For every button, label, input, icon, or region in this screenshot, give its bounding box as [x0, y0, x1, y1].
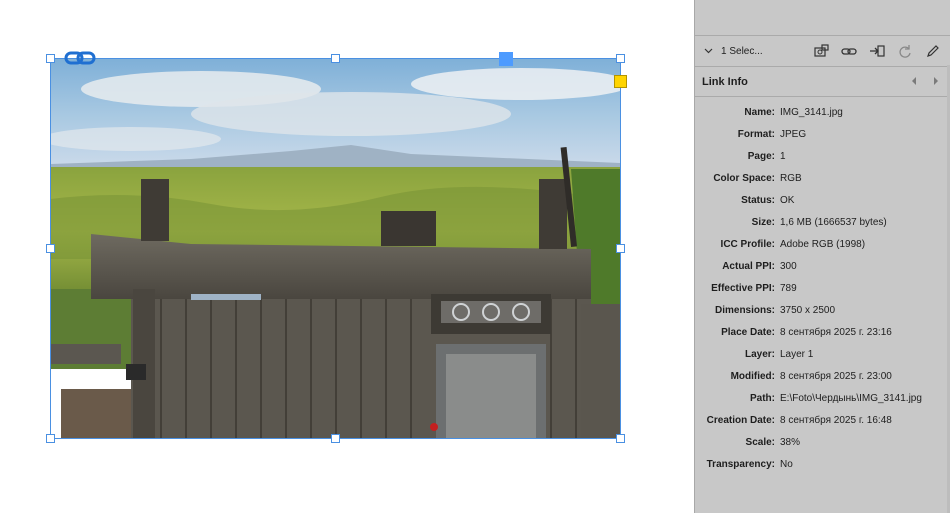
- resize-handle-bottom-center[interactable]: [331, 434, 340, 443]
- info-row-path: Path: E:\Foto\Чердынь\IMG_3141.jpg: [750, 392, 922, 404]
- section-title: Link Info: [702, 75, 748, 88]
- chevron-down-icon[interactable]: [703, 46, 713, 56]
- resize-handle-top-right[interactable]: [616, 54, 625, 63]
- links-toolbar: 1 Selec...: [695, 36, 950, 67]
- info-row-status: Status: OK: [741, 194, 795, 206]
- info-row-dimensions: Dimensions: 3750 x 2500: [714, 304, 836, 316]
- panel-top-area: [695, 0, 950, 36]
- info-row-scale: Scale: 38%: [745, 436, 801, 448]
- update-link-icon[interactable]: [897, 44, 914, 59]
- resize-handle-bottom-left[interactable]: [46, 434, 55, 443]
- link-icon[interactable]: [841, 44, 858, 59]
- link-info-header: Link Info: [695, 67, 950, 97]
- resize-handle-top-center[interactable]: [331, 54, 340, 63]
- live-corner-handle[interactable]: [614, 75, 627, 88]
- selection-count-label: 1 Selec...: [721, 45, 763, 57]
- image-frame[interactable]: [50, 58, 621, 439]
- info-row-color-space: Color Space: RGB: [713, 172, 802, 184]
- info-row-icc-profile: ICC Profile: Adobe RGB (1998): [720, 238, 866, 250]
- info-row-name: Name: IMG_3141.jpg: [744, 106, 843, 118]
- info-row-effective-ppi: Effective PPI: 789: [711, 282, 797, 294]
- previous-link-icon[interactable]: [910, 76, 918, 86]
- resize-handle-top-left[interactable]: [46, 54, 55, 63]
- info-row-place-date: Place Date: 8 сентября 2025 г. 23:16: [721, 326, 892, 338]
- resize-handle-middle-right[interactable]: [616, 244, 625, 253]
- info-row-actual-ppi: Actual PPI: 300: [722, 260, 797, 272]
- link-info-list: Name: IMG_3141.jpg Format: JPEG Page: 1 Col…: [695, 97, 950, 475]
- info-row-transparency: Transparency: No: [706, 458, 793, 470]
- placed-photo[interactable]: [51, 59, 620, 438]
- info-row-creation-date: Creation Date: 8 сентября 2025 г. 16:48: [706, 414, 892, 426]
- content-grabber-handle[interactable]: [499, 52, 513, 66]
- info-row-format: Format: JPEG: [737, 128, 807, 140]
- links-panel: 1 Selec... Link Info Name: IMG_3141.jpg …: [694, 0, 950, 513]
- place-icon[interactable]: [869, 44, 886, 59]
- relink-from-folder-icon[interactable]: [813, 43, 830, 59]
- info-row-page: Page: 1: [747, 150, 786, 162]
- document-canvas[interactable]: [0, 0, 694, 513]
- info-row-layer: Layer: Layer 1: [744, 348, 814, 360]
- resize-handle-bottom-right[interactable]: [616, 434, 625, 443]
- resize-handle-middle-left[interactable]: [46, 244, 55, 253]
- info-row-size: Size: 1,6 MB (1666537 bytes): [751, 216, 887, 228]
- link-icon[interactable]: [64, 50, 96, 66]
- next-link-icon[interactable]: [932, 76, 940, 86]
- info-row-modified: Modified: 8 сентября 2025 г. 23:00: [730, 370, 892, 382]
- edit-original-icon[interactable]: [925, 44, 942, 59]
